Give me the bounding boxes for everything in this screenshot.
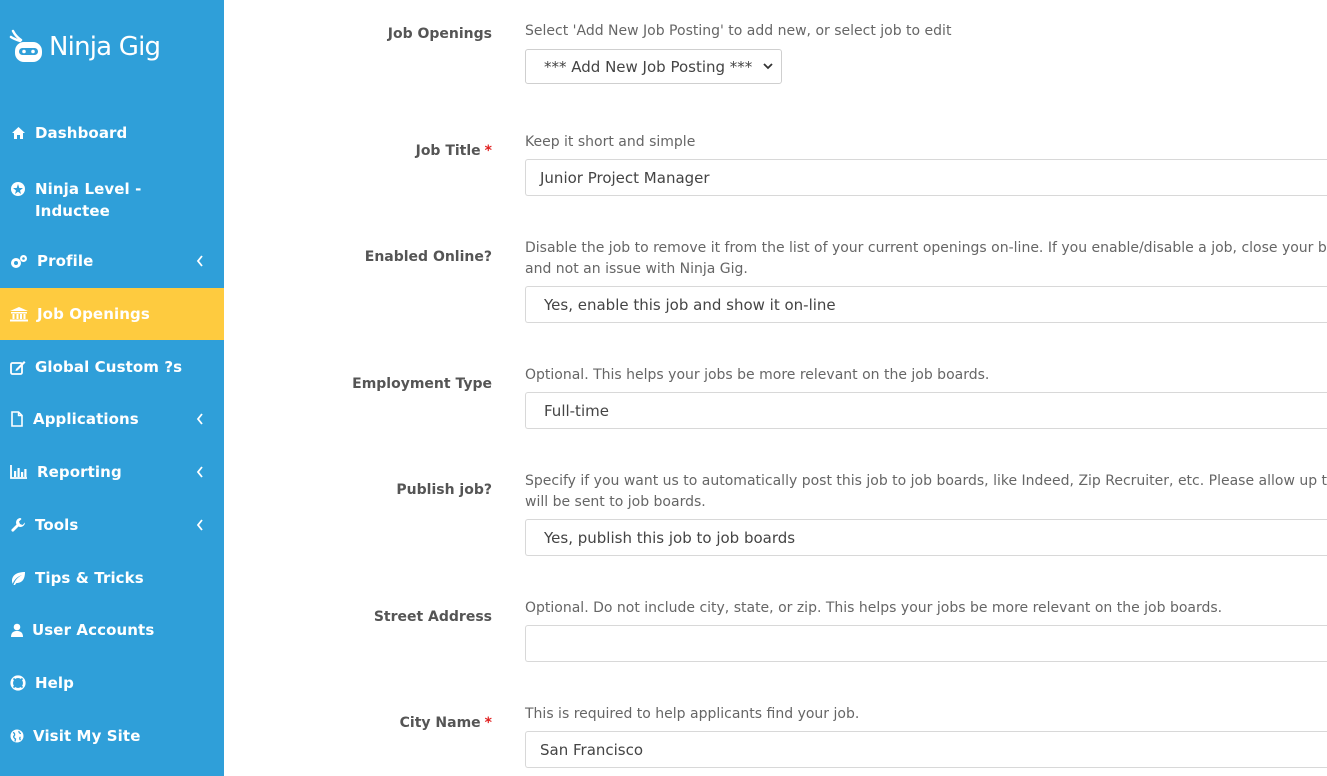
- sidebar-item-label: Visit My Site: [33, 727, 141, 745]
- sidebar-item-label: Tips & Tricks: [35, 569, 144, 587]
- sidebar-item-label: Profile: [37, 252, 94, 270]
- ninja-logo-icon: [9, 29, 42, 62]
- sidebar-item-label: Help: [35, 674, 75, 692]
- sidebar-item-reporting[interactable]: Reporting: [0, 446, 224, 498]
- street-address-label: Street Address: [373, 609, 492, 625]
- sidebar-item-label: Dashboard: [35, 124, 128, 142]
- globe-icon: [10, 728, 24, 744]
- sidebar-item-label: Global Custom ?s: [35, 358, 183, 376]
- publish-job-selected: Yes, publish this job to job boards: [544, 528, 796, 547]
- enabled-online-help-line1: Disable the job to remove it from the li…: [525, 240, 1327, 256]
- sidebar-item-label: Job Openings: [37, 305, 150, 323]
- sidebar-item-visit-my-site[interactable]: Visit My Site: [0, 710, 224, 762]
- life-ring-icon: [10, 675, 26, 691]
- employment-type-help: Optional. This helps your jobs be more r…: [525, 367, 990, 383]
- logo[interactable]: Ninja Gig: [9, 26, 161, 68]
- bank-icon: [10, 306, 28, 322]
- job-title-value: Junior Project Manager: [540, 168, 710, 187]
- logo-text: Ninja Gig: [49, 32, 161, 62]
- sidebar-item-label: Ninja Level - Inductee: [35, 180, 142, 220]
- sidebar-item-label: Reporting: [37, 463, 122, 481]
- enabled-online-select[interactable]: Yes, enable this job and show it on-line: [525, 286, 1327, 323]
- job-openings-select[interactable]: *** Add New Job Posting ***: [525, 49, 782, 84]
- sidebar-item-job-openings[interactable]: Job Openings: [0, 288, 224, 340]
- sidebar-item-label: User Accounts: [32, 621, 155, 639]
- home-icon: [10, 125, 26, 141]
- file-icon: [10, 411, 24, 427]
- city-name-help: This is required to help applicants find…: [525, 706, 860, 722]
- city-name-label: City Name *: [400, 715, 492, 731]
- publish-job-select[interactable]: Yes, publish this job to job boards: [525, 519, 1327, 556]
- chevron-left-icon: [196, 466, 203, 478]
- job-title-label: Job Title *: [416, 143, 492, 159]
- street-address-help: Optional. Do not include city, state, or…: [525, 600, 1223, 616]
- employment-type-selected: Full-time: [544, 401, 609, 420]
- rebel-icon: [10, 181, 26, 197]
- required-marker: *: [484, 143, 492, 159]
- sidebar-item-tools[interactable]: Tools: [0, 499, 224, 551]
- sidebar-item-user-accounts[interactable]: User Accounts: [0, 604, 224, 656]
- chevron-left-icon: [196, 413, 203, 425]
- job-title-input[interactable]: Junior Project Manager: [525, 159, 1327, 196]
- chevron-down-icon: [763, 63, 773, 70]
- employment-type-select[interactable]: Full-time: [525, 392, 1327, 429]
- publish-job-help-line2: will be sent to job boards.: [525, 494, 706, 510]
- chevron-left-icon: [196, 255, 203, 267]
- bar-chart-icon: [10, 464, 28, 480]
- sidebar-item-profile[interactable]: Profile: [0, 235, 224, 287]
- publish-job-help-line1: Specify if you want us to automatically …: [525, 473, 1327, 489]
- sidebar-item-global-custom[interactable]: Global Custom ?s: [0, 341, 224, 393]
- job-openings-help: Select 'Add New Job Posting' to add new,…: [525, 23, 952, 39]
- sidebar-item-applications[interactable]: Applications: [0, 393, 224, 445]
- user-icon: [10, 622, 23, 638]
- sidebar: Ninja Gig Dashboard Ninja Level - Induct…: [0, 0, 224, 776]
- sidebar-item-label: Applications: [33, 410, 139, 428]
- cogs-icon: [10, 253, 28, 269]
- employment-type-label: Employment Type: [352, 376, 492, 392]
- wrench-icon: [10, 517, 26, 533]
- city-name-input[interactable]: San Francisco: [525, 731, 1327, 768]
- city-name-value: San Francisco: [540, 740, 644, 759]
- job-openings-selected: *** Add New Job Posting ***: [544, 57, 753, 76]
- street-address-input[interactable]: [525, 625, 1327, 662]
- job-openings-label: Job Openings: [387, 26, 492, 42]
- sidebar-item-help[interactable]: Help: [0, 657, 224, 709]
- sidebar-item-ninja-level[interactable]: Ninja Level - Inductee: [0, 170, 224, 230]
- leaf-icon: [10, 570, 26, 586]
- required-marker: *: [484, 715, 492, 731]
- chevron-left-icon: [196, 519, 203, 531]
- job-title-help: Keep it short and simple: [525, 134, 696, 150]
- job-title-label-text: Job Title: [415, 143, 481, 159]
- sidebar-item-dashboard[interactable]: Dashboard: [0, 107, 224, 159]
- enabled-online-selected: Yes, enable this job and show it on-line: [544, 295, 836, 314]
- city-name-label-text: City Name: [399, 715, 481, 731]
- sidebar-item-tips-tricks[interactable]: Tips & Tricks: [0, 552, 224, 604]
- publish-job-label: Publish job?: [396, 482, 492, 498]
- enabled-online-label: Enabled Online?: [364, 249, 492, 265]
- sidebar-item-label: Tools: [35, 516, 79, 534]
- enabled-online-help-line2: and not an issue with Ninja Gig.: [525, 261, 748, 277]
- edit-icon: [10, 359, 26, 375]
